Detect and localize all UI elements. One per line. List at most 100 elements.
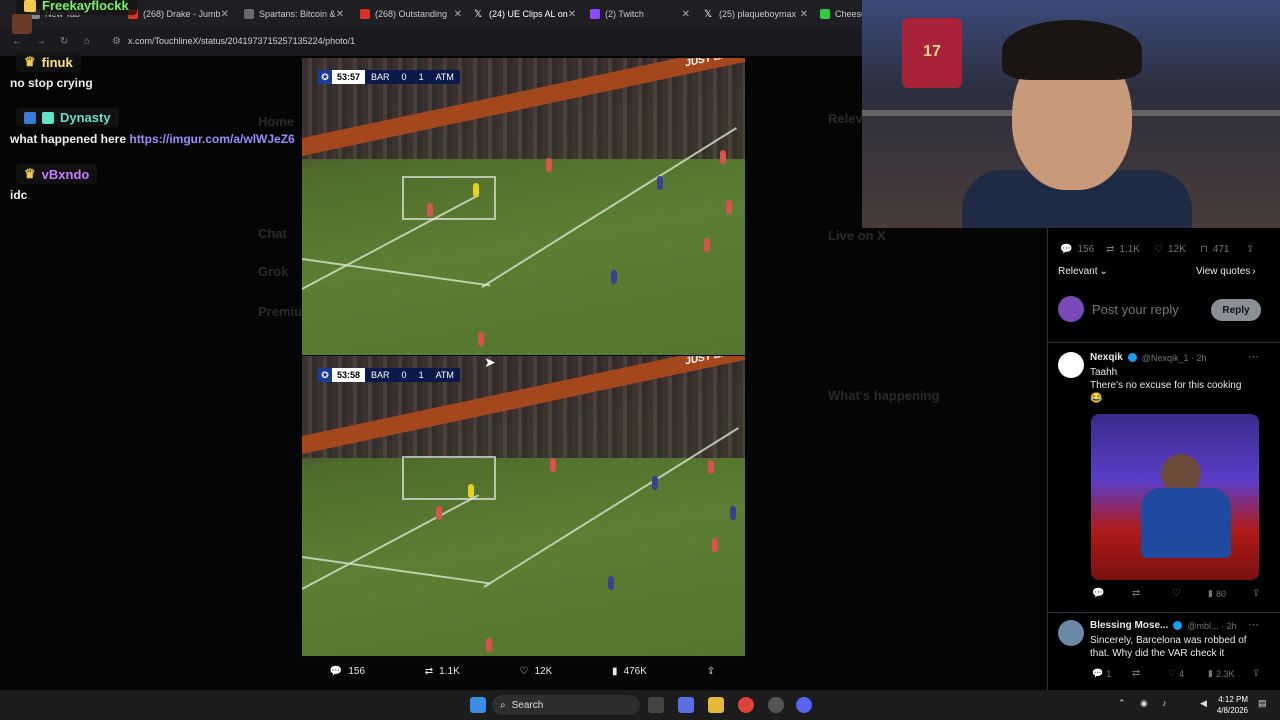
player <box>436 506 442 520</box>
browser-tab[interactable]: Cheesu <box>820 4 862 24</box>
url-text[interactable]: x.com/TouchlineX/status/2041973715257135… <box>128 36 355 46</box>
network-icon[interactable]: ◉ <box>1140 698 1148 709</box>
x-logo-icon: 𝕏 <box>704 9 713 20</box>
forward-icon[interactable]: → <box>36 36 46 47</box>
discord-icon[interactable] <box>796 697 812 713</box>
stat-bookmarks[interactable]: ⊓ 471 <box>1200 244 1230 255</box>
divider <box>1048 342 1280 343</box>
divider <box>1048 612 1280 613</box>
taskbar-search[interactable]: ⌕ Search <box>492 695 640 715</box>
avatar[interactable] <box>1058 352 1084 378</box>
tab-favicon-icon <box>244 9 254 19</box>
close-icon[interactable]: ✕ <box>800 9 808 20</box>
browser-tab[interactable]: (268) Outstanding ✕ <box>360 4 462 24</box>
media-frame-top[interactable]: JUST EAT ✪ 53:57 BAR 0 1 ATM <box>302 58 745 355</box>
view-quotes-link[interactable]: View quotes › <box>1196 266 1256 277</box>
repost-icon[interactable]: ⇄ <box>1132 668 1140 679</box>
player <box>712 538 718 552</box>
windows-start-icon[interactable] <box>470 697 486 713</box>
browser-tab[interactable]: (268) Drake - Jumb ✕ <box>128 4 228 24</box>
more-icon[interactable]: ⋯ <box>1248 618 1259 631</box>
sort-dropdown[interactable]: Relevant ⌄ <box>1058 266 1108 277</box>
views-button[interactable]: ▮ 476K <box>612 666 647 677</box>
browser-tab[interactable]: Spartans: Bitcoin & ✕ <box>244 4 344 24</box>
reply-count: 1 <box>1106 668 1112 679</box>
share-icon: ⇪ <box>706 665 716 677</box>
player <box>720 150 726 164</box>
file-explorer-icon[interactable] <box>708 697 724 713</box>
back-icon[interactable]: ← <box>12 36 22 47</box>
share-icon[interactable]: ⇪ <box>1246 244 1254 255</box>
reply-submit-button[interactable]: Reply <box>1211 299 1261 321</box>
stat-reposts[interactable]: ⇄ 1.1K <box>1106 244 1140 255</box>
close-icon[interactable]: ✕ <box>221 9 228 20</box>
views-stat[interactable]: ▮ 80 <box>1208 588 1226 599</box>
site-info-icon[interactable]: ⚙ <box>112 36 121 47</box>
streamer-hair <box>1002 20 1142 80</box>
browser-tab[interactable]: 𝕏 (25) plaqueboymax ✕ <box>704 4 808 24</box>
badge-icon <box>24 0 36 12</box>
stat-replies[interactable]: 💬 156 <box>1060 244 1094 255</box>
stat-likes[interactable]: ♡ 12K <box>1154 244 1186 255</box>
webcam-feed: 17 <box>862 0 1280 228</box>
share-button[interactable]: ⇪ <box>707 666 715 677</box>
reply-handle: @Nexqik_1 · 2h <box>1141 352 1207 363</box>
reply-image[interactable] <box>1091 414 1259 580</box>
ghost-live: Live on X <box>828 228 886 243</box>
close-icon[interactable]: ✕ <box>336 9 344 20</box>
home-icon[interactable]: ⌂ <box>84 36 90 47</box>
chat-link[interactable]: https://imgur.com/a/wlWJeZ6 <box>129 132 294 146</box>
reply-author[interactable]: Nexqik <box>1090 352 1123 363</box>
volume-icon[interactable]: ◀ <box>1200 698 1207 709</box>
close-icon[interactable]: ✕ <box>682 9 690 20</box>
share-icon[interactable]: ⇪ <box>1252 588 1260 599</box>
chrome-icon[interactable] <box>738 697 754 713</box>
task-view-icon[interactable] <box>648 697 664 713</box>
reply-author[interactable]: Blessing Mose... <box>1090 620 1168 631</box>
browser-tab[interactable]: (2) Twitch ✕ <box>590 4 690 24</box>
clock[interactable]: 4:12 PM 4/8/2026 <box>1217 694 1248 716</box>
badge-icon <box>42 111 54 124</box>
tab-label: (2) Twitch <box>605 9 644 19</box>
notification-icon[interactable]: ▤ <box>1258 698 1267 709</box>
reply-stat[interactable]: 💬 1 <box>1092 668 1111 679</box>
views-stat[interactable]: ▮ 2.3K <box>1208 668 1234 679</box>
reply-button[interactable]: 💬 156 <box>330 666 365 677</box>
app-icon[interactable] <box>768 697 784 713</box>
comment-icon[interactable]: 💬 <box>1092 588 1104 599</box>
like-button[interactable]: ♡ 12K <box>520 666 553 677</box>
copilot-icon[interactable] <box>678 697 694 713</box>
repost-button[interactable]: ⇄ 1.1K <box>425 666 460 677</box>
tray-chevron-icon[interactable]: ⌃ <box>1118 698 1126 709</box>
home-team: BAR <box>371 370 390 380</box>
player <box>708 460 714 474</box>
ghost-nav-home: Home <box>258 114 295 129</box>
reply-handle: @mbl... · 2h <box>1187 620 1237 631</box>
search-label: Search <box>511 699 544 711</box>
player <box>486 638 492 652</box>
repost-count: 1.1K <box>439 665 460 677</box>
like-stat[interactable]: ♡ 4 <box>1168 668 1184 679</box>
mic-icon[interactable]: ♪ <box>1162 698 1167 708</box>
reply-text: Taahh <box>1090 367 1118 378</box>
browser-tab-active[interactable]: 𝕏 (24) UE Clips AL on ✕ <box>474 4 576 24</box>
chat-user-label: vBxndo <box>41 166 90 182</box>
heart-icon[interactable]: ♡ <box>1172 588 1181 599</box>
like-count: 4 <box>1179 668 1185 679</box>
reply-input[interactable]: Post your reply <box>1092 302 1179 317</box>
tab-label: (268) Drake - Jumb <box>143 9 221 19</box>
view-quotes-label: View quotes <box>1196 266 1251 277</box>
reply-count: 156 <box>1077 244 1095 255</box>
media-frame-bottom[interactable]: JUST EAT ✪ 53:58 BAR 0 1 ATM <box>302 356 745 656</box>
reload-icon[interactable]: ↻ <box>60 36 68 47</box>
avatar[interactable] <box>1058 620 1084 646</box>
more-icon[interactable]: ⋯ <box>1248 350 1259 363</box>
close-icon[interactable]: ✕ <box>568 9 576 20</box>
repost-icon[interactable]: ⇄ <box>1132 588 1140 599</box>
chart-icon: ▮ <box>612 665 618 677</box>
home-score: 0 <box>401 370 407 380</box>
home-team: BAR <box>371 72 390 82</box>
goal <box>402 176 496 220</box>
close-icon[interactable]: ✕ <box>454 9 462 20</box>
share-icon[interactable]: ⇪ <box>1252 668 1260 679</box>
